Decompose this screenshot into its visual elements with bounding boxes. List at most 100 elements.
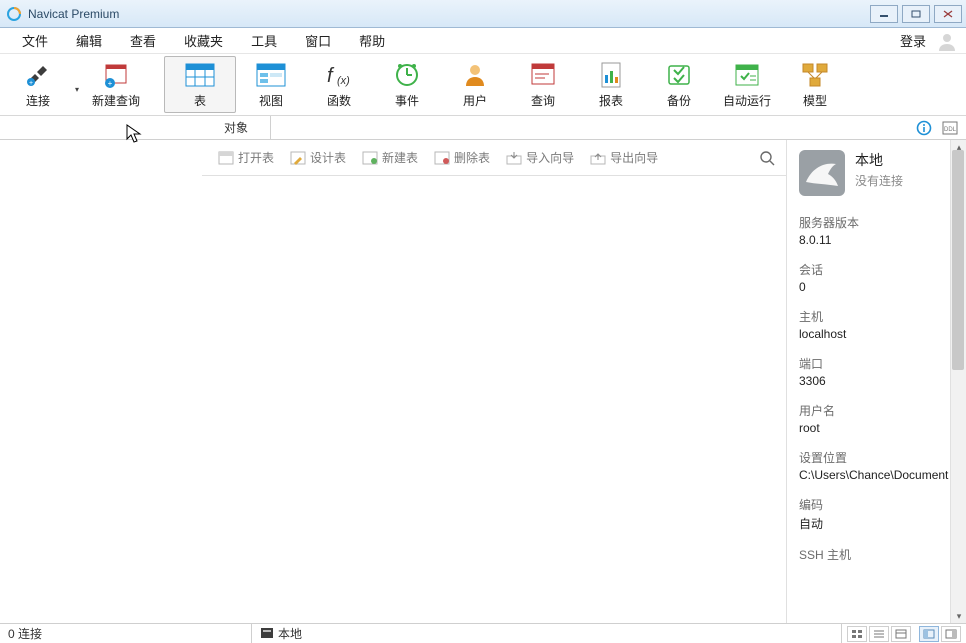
session-value: 0 bbox=[799, 280, 956, 294]
view-mode-group bbox=[842, 624, 966, 643]
svg-text:DDL: DDL bbox=[944, 127, 957, 133]
toolbar-model[interactable]: 模型 bbox=[781, 54, 849, 115]
view-list[interactable] bbox=[869, 626, 889, 642]
search-button[interactable] bbox=[758, 149, 776, 167]
new-table-label: 新建表 bbox=[382, 149, 418, 166]
report-icon bbox=[596, 60, 626, 90]
app-icon bbox=[6, 6, 22, 22]
user-icon bbox=[460, 60, 490, 90]
toolbar-view[interactable]: 视图 bbox=[237, 54, 305, 115]
tab-objects[interactable]: 对象 bbox=[202, 116, 271, 139]
query-icon bbox=[528, 60, 558, 90]
tabstrip: 对象 DDL bbox=[0, 116, 966, 140]
toolbar-report-label: 报表 bbox=[599, 92, 623, 109]
newquery-icon: + bbox=[101, 60, 131, 90]
connection-status: 没有连接 bbox=[855, 172, 903, 189]
view-grid[interactable] bbox=[847, 626, 867, 642]
import-wizard-button[interactable]: 导入向导 bbox=[500, 147, 580, 168]
menu-file[interactable]: 文件 bbox=[8, 29, 62, 52]
menu-help[interactable]: 帮助 bbox=[345, 29, 399, 52]
toolbar-autorun[interactable]: 自动运行 bbox=[713, 54, 781, 115]
panel-toggle-right[interactable] bbox=[941, 626, 961, 642]
session-label: 会话 bbox=[799, 261, 956, 278]
window-title: Navicat Premium bbox=[28, 7, 866, 21]
toolbar-table[interactable]: 表 bbox=[164, 56, 236, 113]
open-table-icon bbox=[218, 150, 234, 166]
toolbar-table-label: 表 bbox=[194, 92, 206, 109]
svg-text:f: f bbox=[327, 65, 335, 87]
main-toolbar: + 连接 ▾ + 新建查询 表 视图 f(x) 函数 事件 用户 查询 报表 备… bbox=[0, 54, 966, 116]
toolbar-event[interactable]: 事件 bbox=[373, 54, 441, 115]
toolbar-query-label: 查询 bbox=[531, 92, 555, 109]
statusbar: 0 连接 本地 bbox=[0, 623, 966, 643]
user-label: 用户名 bbox=[799, 402, 956, 419]
svg-text:+: + bbox=[108, 79, 113, 88]
server-version-label: 服务器版本 bbox=[799, 214, 956, 231]
ddl-toggle[interactable]: DDL bbox=[942, 120, 958, 136]
delete-table-icon bbox=[434, 150, 450, 166]
panel-toggle-left[interactable] bbox=[919, 626, 939, 642]
toolbar-user[interactable]: 用户 bbox=[441, 54, 509, 115]
delete-table-label: 删除表 bbox=[454, 149, 490, 166]
info-scrollbar[interactable]: ▴ ▾ bbox=[950, 140, 966, 623]
login-link[interactable]: 登录 bbox=[894, 29, 932, 52]
toolbar-connect[interactable]: + 连接 bbox=[4, 54, 72, 115]
db-chip-icon bbox=[260, 627, 274, 641]
view-icon bbox=[256, 60, 286, 90]
settings-location-label: 设置位置 bbox=[799, 449, 956, 466]
server-version-value: 8.0.11 bbox=[799, 233, 956, 247]
view-detail[interactable] bbox=[891, 626, 911, 642]
design-table-label: 设计表 bbox=[310, 149, 346, 166]
menu-edit[interactable]: 编辑 bbox=[62, 29, 116, 52]
connection-name: 本地 bbox=[855, 150, 903, 170]
maximize-button[interactable] bbox=[902, 5, 930, 23]
menu-view[interactable]: 查看 bbox=[116, 29, 170, 52]
close-button[interactable] bbox=[934, 5, 962, 23]
new-table-icon bbox=[362, 150, 378, 166]
scroll-thumb[interactable] bbox=[952, 150, 964, 370]
toolbar-user-label: 用户 bbox=[463, 92, 487, 109]
status-connections: 0 连接 bbox=[0, 624, 252, 643]
export-wizard-button[interactable]: 导出向导 bbox=[584, 147, 664, 168]
design-table-button[interactable]: 设计表 bbox=[284, 147, 352, 168]
function-icon: f(x) bbox=[324, 60, 354, 90]
object-list[interactable] bbox=[202, 176, 786, 623]
menubar: 文件 编辑 查看 收藏夹 工具 窗口 帮助 登录 bbox=[0, 28, 966, 54]
design-table-icon bbox=[290, 150, 306, 166]
toolbar-function[interactable]: f(x) 函数 bbox=[305, 54, 373, 115]
scroll-down-icon[interactable]: ▾ bbox=[954, 611, 964, 621]
toolbar-autorun-label: 自动运行 bbox=[723, 92, 771, 109]
clock-icon bbox=[392, 60, 422, 90]
toolbar-connect-dropdown[interactable]: ▾ bbox=[72, 54, 82, 115]
object-toolbar: 打开表 设计表 新建表 删除表 导入向导 导出向导 bbox=[202, 140, 786, 176]
toolbar-report[interactable]: 报表 bbox=[577, 54, 645, 115]
export-icon bbox=[590, 150, 606, 166]
toolbar-newquery-label: 新建查询 bbox=[92, 92, 140, 109]
toolbar-connect-label: 连接 bbox=[26, 92, 50, 109]
plug-icon: + bbox=[23, 60, 53, 90]
model-icon bbox=[800, 60, 830, 90]
import-icon bbox=[506, 150, 522, 166]
autorun-icon bbox=[732, 60, 762, 90]
connection-tree[interactable] bbox=[0, 140, 202, 623]
open-table-button[interactable]: 打开表 bbox=[212, 147, 280, 168]
toolbar-function-label: 函数 bbox=[327, 92, 351, 109]
host-value: localhost bbox=[799, 327, 956, 341]
user-value: root bbox=[799, 421, 956, 435]
svg-text:(x): (x) bbox=[337, 75, 350, 87]
status-connection-name: 本地 bbox=[252, 624, 842, 643]
toolbar-backup[interactable]: 备份 bbox=[645, 54, 713, 115]
delete-table-button[interactable]: 删除表 bbox=[428, 147, 496, 168]
new-table-button[interactable]: 新建表 bbox=[356, 147, 424, 168]
dolphin-icon bbox=[799, 150, 845, 196]
encoding-label: 编码 bbox=[799, 496, 956, 513]
menu-favorites[interactable]: 收藏夹 bbox=[170, 29, 237, 52]
toolbar-newquery[interactable]: + 新建查询 bbox=[82, 54, 150, 115]
avatar-icon[interactable] bbox=[936, 30, 958, 52]
toolbar-query[interactable]: 查询 bbox=[509, 54, 577, 115]
minimize-button[interactable] bbox=[870, 5, 898, 23]
menu-window[interactable]: 窗口 bbox=[291, 29, 345, 52]
info-toggle[interactable] bbox=[916, 120, 932, 136]
menu-tools[interactable]: 工具 bbox=[237, 29, 291, 52]
toolbar-view-label: 视图 bbox=[259, 92, 283, 109]
